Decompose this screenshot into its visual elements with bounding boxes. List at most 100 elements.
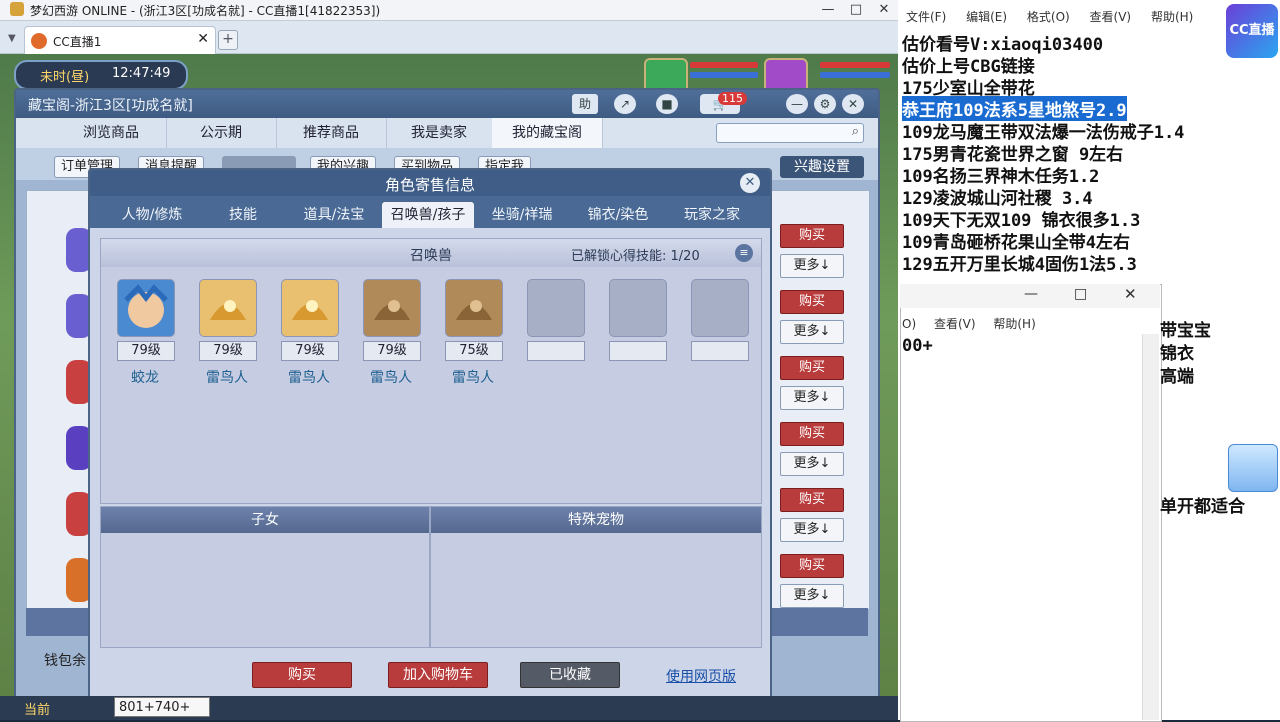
more-button[interactable]: 更多↓ bbox=[780, 254, 844, 278]
pet-slot[interactable] bbox=[445, 279, 503, 337]
search-icon[interactable]: ⌕ bbox=[852, 124, 859, 139]
tab-player-home[interactable]: 玩家之家 bbox=[666, 202, 758, 228]
pets-panel: 召唤兽 已解锁心得技能: 1/20 ≡ 79级 79级 79级 79级 75级 … bbox=[100, 238, 762, 504]
pet-mp-bar bbox=[690, 72, 758, 78]
modal-footer: 购买 加入购物车 已收藏 使用网页版 bbox=[90, 654, 770, 702]
maximize-button[interactable]: □ bbox=[842, 0, 870, 20]
menu-format[interactable]: 格式(O) bbox=[1027, 10, 1070, 24]
more-button[interactable]: 更多↓ bbox=[780, 584, 844, 608]
tab-dropdown-icon[interactable]: ▼ bbox=[8, 33, 16, 44]
minimize-button[interactable]: — bbox=[814, 0, 842, 20]
tab-my-cbg[interactable]: 我的藏宝阁 bbox=[492, 118, 603, 148]
cc-favicon-icon bbox=[31, 33, 47, 49]
list-icon[interactable]: ≡ bbox=[735, 244, 753, 262]
modal-close-button[interactable]: ✕ bbox=[740, 173, 760, 193]
tab-seller[interactable]: 我是卖家 bbox=[386, 118, 493, 148]
notepad-2-minimize-button[interactable]: — bbox=[1024, 286, 1038, 302]
more-button[interactable]: 更多↓ bbox=[780, 518, 844, 542]
chat-input[interactable]: 801+740+ bbox=[114, 697, 210, 717]
help-button[interactable]: 助 bbox=[572, 94, 598, 114]
pet-name[interactable]: 雷鸟人 bbox=[356, 367, 426, 387]
close-panel-icon[interactable]: ✕ bbox=[842, 94, 864, 114]
menu-help[interactable]: 帮助(H) bbox=[1151, 10, 1193, 24]
record-icon[interactable]: ■ bbox=[656, 94, 678, 114]
add-to-cart-button[interactable]: 加入购物车 bbox=[388, 662, 488, 688]
pet-slot-empty bbox=[609, 279, 667, 337]
use-web-version-link[interactable]: 使用网页版 bbox=[666, 666, 736, 686]
tab-browse[interactable]: 浏览商品 bbox=[56, 118, 167, 148]
more-button[interactable]: 更多↓ bbox=[780, 320, 844, 344]
menu-format[interactable]: O) bbox=[902, 317, 916, 331]
browser-tab[interactable]: CC直播1 ✕ bbox=[24, 26, 216, 54]
tab-outfits-dye[interactable]: 锦衣/染色 bbox=[570, 202, 666, 228]
buy-button[interactable]: 购买 bbox=[780, 554, 844, 578]
more-button[interactable]: 更多↓ bbox=[780, 452, 844, 476]
favorited-button[interactable]: 已收藏 bbox=[520, 662, 620, 688]
tab-skills[interactable]: 技能 bbox=[200, 202, 286, 228]
pet-name[interactable]: 蛟龙 bbox=[110, 367, 180, 387]
skill-unlock-value: 1/20 bbox=[670, 249, 700, 264]
role-sale-info-modal: 角色寄售信息 ✕ 人物/修炼 技能 道具/法宝 召唤兽/孩子 坐骑/祥瑞 锦衣/… bbox=[88, 168, 772, 704]
notepad-2-close-button[interactable]: ✕ bbox=[1124, 285, 1137, 303]
menu-view[interactable]: 查看(V) bbox=[1090, 10, 1132, 24]
tab-character-cultivation[interactable]: 人物/修炼 bbox=[104, 202, 200, 228]
close-window-button[interactable]: ✕ bbox=[870, 0, 898, 20]
tab-recommend[interactable]: 推荐商品 bbox=[276, 118, 387, 148]
notepad-2-maximize-button[interactable]: □ bbox=[1074, 286, 1087, 302]
notepad-line[interactable]: 129五开万里长城4固伤1法5.3 bbox=[902, 250, 1137, 275]
pet-name[interactable]: 雷鸟人 bbox=[274, 367, 344, 387]
menu-edit[interactable]: 编辑(E) bbox=[966, 10, 1007, 24]
notepad-menubar: 文件(F) 编辑(E) 格式(O) 查看(V) 帮助(H) bbox=[906, 8, 1209, 25]
wallet-label: 钱包余 bbox=[44, 653, 86, 669]
share-icon[interactable]: ↗ bbox=[614, 94, 636, 114]
close-tab-icon[interactable]: ✕ bbox=[197, 31, 209, 47]
notepad-behind-line: 单开都适合 bbox=[1160, 497, 1245, 517]
pet-slot[interactable] bbox=[117, 279, 175, 337]
tab-mounts[interactable]: 坐骑/祥瑞 bbox=[474, 202, 570, 228]
buy-now-button[interactable]: 购买 bbox=[252, 662, 352, 688]
notepad-2-scrollbar[interactable] bbox=[1142, 334, 1159, 720]
buy-button[interactable]: 购买 bbox=[780, 290, 844, 314]
tab-items-treasure[interactable]: 道具/法宝 bbox=[286, 202, 382, 228]
pet-name[interactable]: 雷鸟人 bbox=[192, 367, 262, 387]
thunderbird-pet-icon bbox=[292, 300, 328, 320]
pet-name[interactable]: 雷鸟人 bbox=[438, 367, 508, 387]
interest-settings-button[interactable]: 兴趣设置 bbox=[780, 156, 864, 178]
pet-level bbox=[691, 341, 749, 361]
game-app-icon bbox=[10, 2, 24, 16]
player-hp-bar bbox=[820, 62, 890, 68]
cc-mini-widget[interactable] bbox=[1228, 444, 1278, 492]
minimize-panel-icon[interactable]: — bbox=[786, 94, 808, 114]
game-window-title: 梦幻西游 ONLINE - (浙江3区[功成名就] - CC直播1[418223… bbox=[30, 4, 381, 18]
cbg-nav: 浏览商品 公示期 推荐商品 我是卖家 我的藏宝阁 ⌕ bbox=[16, 118, 878, 149]
settings-gear-icon[interactable]: ⚙ bbox=[814, 94, 836, 114]
menu-help[interactable]: 帮助(H) bbox=[993, 317, 1035, 331]
skill-unlock-label: 已解锁心得技能: bbox=[571, 249, 667, 264]
player-mp-bar bbox=[820, 72, 890, 78]
notepad-2-text[interactable]: 00+ bbox=[902, 336, 933, 356]
game-time-badge: 未时(昼) 12:47:49 bbox=[14, 60, 188, 90]
cbg-title: 藏宝阁-浙江3区[功成名就] bbox=[28, 98, 193, 114]
tab-publicity[interactable]: 公示期 bbox=[166, 118, 277, 148]
children-panel: 子女 bbox=[100, 506, 430, 648]
menu-file[interactable]: 文件(F) bbox=[906, 10, 946, 24]
pet-slot-empty bbox=[691, 279, 749, 337]
pet-slot[interactable] bbox=[199, 279, 257, 337]
chat-channel[interactable]: 当前 bbox=[24, 699, 50, 718]
notepad-behind-line: 带宝宝 bbox=[1160, 321, 1211, 341]
buy-button[interactable]: 购买 bbox=[780, 422, 844, 446]
pet-level: 75级 bbox=[445, 341, 503, 361]
buy-button[interactable]: 购买 bbox=[780, 356, 844, 380]
new-tab-button[interactable]: + bbox=[218, 30, 238, 50]
buy-button[interactable]: 购买 bbox=[780, 488, 844, 512]
more-button[interactable]: 更多↓ bbox=[780, 386, 844, 410]
pet-level: 79级 bbox=[281, 341, 339, 361]
notepad-2-menubar: O) 查看(V) 帮助(H) bbox=[902, 315, 1050, 332]
cbg-search-input[interactable]: ⌕ bbox=[716, 123, 864, 143]
buy-button[interactable]: 购买 bbox=[780, 224, 844, 248]
menu-view[interactable]: 查看(V) bbox=[934, 317, 976, 331]
tab-pets-children[interactable]: 召唤兽/孩子 bbox=[382, 202, 474, 228]
pet-slot[interactable] bbox=[363, 279, 421, 337]
children-title: 子女 bbox=[101, 507, 429, 533]
pet-slot[interactable] bbox=[281, 279, 339, 337]
